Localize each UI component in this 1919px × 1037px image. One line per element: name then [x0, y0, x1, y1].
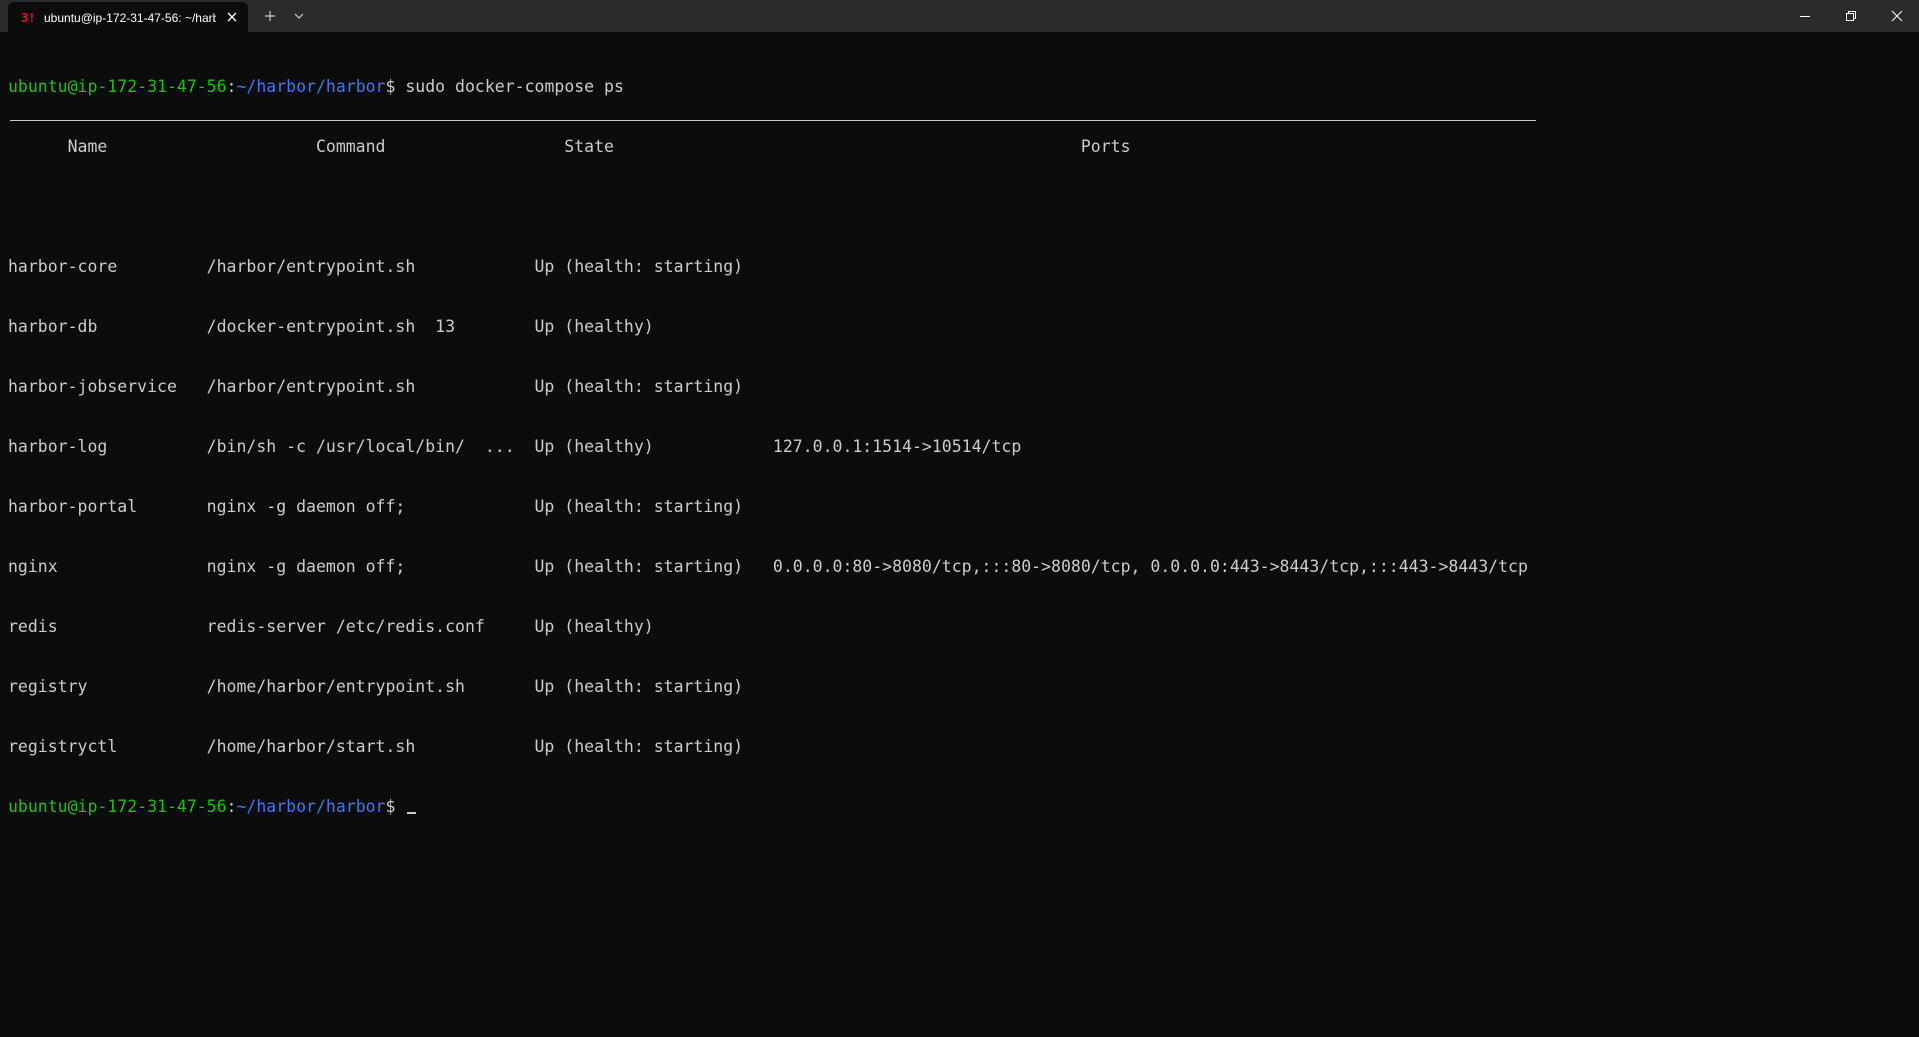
table-row: harbor-core /harbor/entrypoint.sh Up (he…: [8, 257, 744, 276]
close-icon[interactable]: [1873, 0, 1919, 32]
table-row: harbor-db /docker-entrypoint.sh 13 Up (h…: [8, 317, 654, 336]
table-row: registry /home/harbor/entrypoint.sh Up (…: [8, 677, 744, 696]
prompt-symbol: $: [385, 77, 406, 96]
prompt-path: ~/harbor/harbor: [236, 77, 386, 96]
table-header: Name Command State Ports: [8, 137, 1131, 156]
current-prompt: ubuntu@ip-172-31-47-56:~/harbor/harbor$: [8, 797, 1528, 817]
table-row: harbor-portal nginx -g daemon off; Up (h…: [8, 497, 744, 516]
table-divider-space: [8, 197, 1528, 217]
minimize-icon[interactable]: [1781, 0, 1827, 32]
table-row: harbor-log /bin/sh -c /usr/local/bin/ ..…: [8, 437, 1022, 456]
prompt-symbol: $: [385, 797, 406, 816]
prompt-separator: :: [226, 77, 237, 96]
svg-text:3!: 3!: [21, 11, 35, 25]
table-row: redis redis-server /etc/redis.conf Up (h…: [8, 617, 654, 636]
prompt-user-host: ubuntu@ip-172-31-47-56: [8, 797, 227, 816]
terminal-output[interactable]: ubuntu@ip-172-31-47-56:~/harbor/harbor$ …: [0, 32, 1919, 1037]
chevron-down-icon[interactable]: [287, 6, 311, 26]
table-row: harbor-jobservice /harbor/entrypoint.sh …: [8, 377, 744, 396]
table-row: registryctl /home/harbor/start.sh Up (he…: [8, 737, 744, 756]
restore-icon[interactable]: [1827, 0, 1873, 32]
prompt-separator: :: [226, 797, 237, 816]
close-icon[interactable]: [224, 9, 240, 25]
title-bar: 3! ubuntu@ip-172-31-47-56: ~/harbor/harb…: [0, 0, 1919, 32]
terminal-tab[interactable]: 3! ubuntu@ip-172-31-47-56: ~/harbor/harb…: [8, 2, 248, 32]
command-line: ubuntu@ip-172-31-47-56:~/harbor/harbor$ …: [8, 77, 1528, 97]
text-cursor: [407, 812, 417, 814]
plus-icon[interactable]: [258, 6, 282, 26]
table-row: nginx nginx -g daemon off; Up (health: s…: [8, 557, 1528, 576]
prompt-path: ~/harbor/harbor: [236, 797, 386, 816]
tab-title: ubuntu@ip-172-31-47-56: ~/harbor/harbor: [44, 11, 216, 25]
prompt-user-host: ubuntu@ip-172-31-47-56: [8, 77, 227, 96]
table-divider: [10, 120, 1536, 121]
terminal-app-icon: 3!: [20, 9, 36, 25]
command-text: sudo docker-compose ps: [405, 77, 624, 96]
